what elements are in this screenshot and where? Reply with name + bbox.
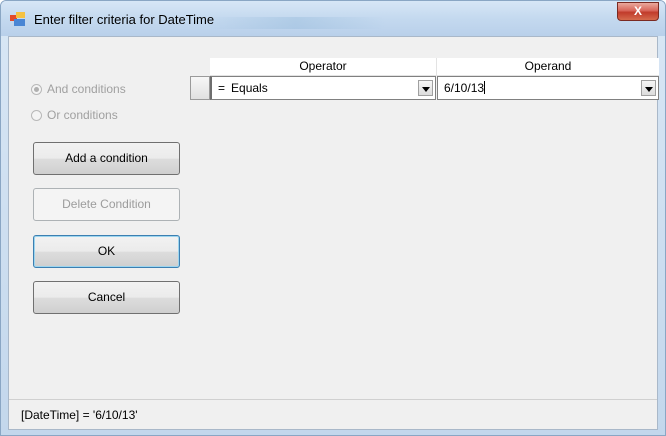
operand-value: 6/10/13: [444, 81, 486, 95]
cancel-button[interactable]: Cancel: [33, 281, 180, 314]
operator-dropdown[interactable]: = Equals: [210, 76, 436, 100]
close-button[interactable]: X: [617, 2, 659, 21]
window-title: Enter filter criteria for DateTime: [34, 12, 215, 27]
operator-column-header[interactable]: Operator: [210, 58, 437, 76]
ok-button[interactable]: OK: [33, 235, 180, 268]
radio-checked-icon: [31, 83, 42, 95]
title-bar-glass: [206, 17, 386, 29]
or-conditions-label: Or conditions: [47, 108, 118, 122]
app-window-icon: [10, 12, 25, 26]
operator-value: = Equals: [218, 81, 268, 95]
operand-column-header[interactable]: Operand: [437, 58, 659, 76]
row-selector[interactable]: [190, 76, 210, 100]
text-caret: [484, 81, 486, 94]
status-separator: [9, 399, 657, 400]
operand-text: 6/10/13: [444, 81, 485, 95]
chevron-down-icon[interactable]: [418, 80, 433, 96]
dialog-client-area: And conditions Or conditions Add a condi…: [8, 36, 659, 430]
chevron-down-icon[interactable]: [641, 80, 656, 96]
filter-expression-status: [DateTime] = '6/10/13': [21, 408, 138, 422]
dialog-window: Enter filter criteria for DateTime X And…: [0, 0, 666, 436]
and-conditions-label: And conditions: [47, 82, 126, 96]
and-conditions-radio[interactable]: And conditions: [31, 82, 126, 96]
operator-text: Equals: [231, 81, 268, 95]
delete-condition-button[interactable]: Delete Condition: [33, 188, 180, 221]
add-condition-button[interactable]: Add a condition: [33, 142, 180, 175]
grid-header-corner: [190, 58, 210, 75]
radio-unchecked-icon: [31, 109, 42, 121]
operator-symbol: =: [218, 81, 226, 95]
title-bar[interactable]: Enter filter criteria for DateTime X: [1, 1, 665, 36]
operand-dropdown[interactable]: 6/10/13: [437, 76, 659, 100]
or-conditions-radio[interactable]: Or conditions: [31, 108, 118, 122]
